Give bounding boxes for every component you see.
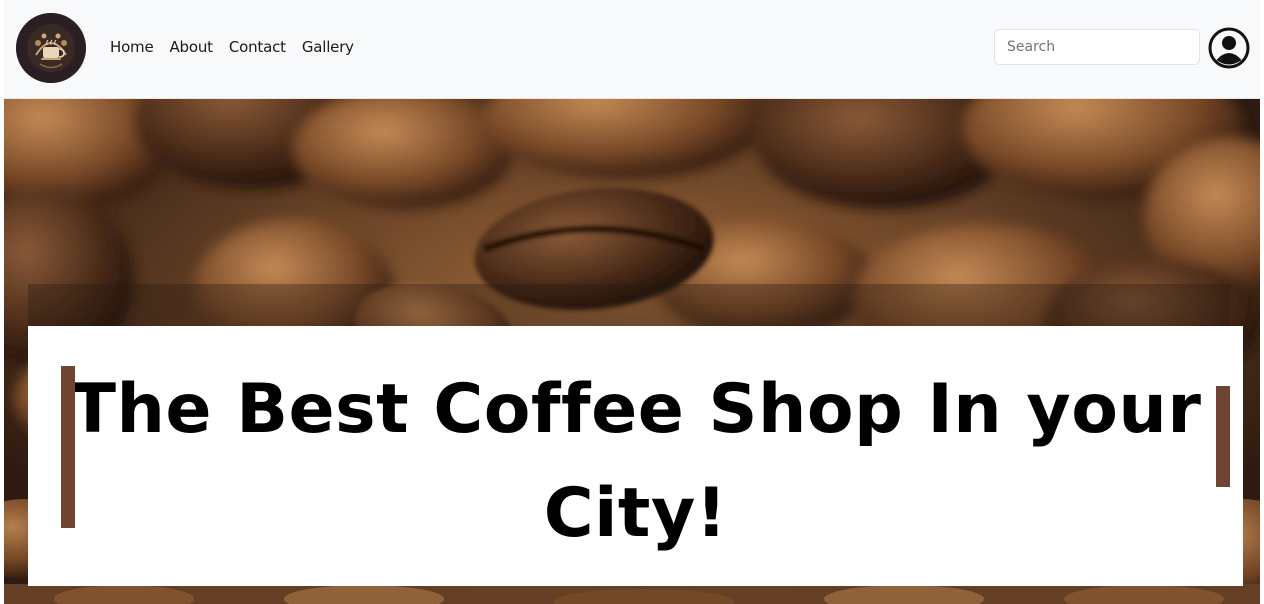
nav-link-gallery[interactable]: Gallery [302, 38, 354, 56]
decorative-bar-left [61, 366, 75, 528]
hero-card: The Best Coffee Shop In your City! [28, 326, 1243, 586]
search-input[interactable] [994, 29, 1200, 65]
navbar: Home About Contact Gallery [4, 0, 1260, 99]
nav-link-about[interactable]: About [170, 38, 214, 56]
hero-overlay-band [28, 284, 1230, 326]
nav-link-home[interactable]: Home [110, 38, 154, 56]
hero-title: The Best Coffee Shop In your City! [69, 370, 1202, 553]
nav-link-contact[interactable]: Contact [229, 38, 286, 56]
user-profile-icon[interactable] [1208, 27, 1250, 69]
nav-links: Home About Contact Gallery [110, 38, 354, 56]
coffee-logo-icon[interactable] [16, 13, 86, 83]
decorative-bar-right [1216, 386, 1230, 487]
page: Home About Contact Gallery Search The Be… [0, 0, 1264, 604]
hero-section: The Best Coffee Shop In your City! [4, 99, 1260, 604]
